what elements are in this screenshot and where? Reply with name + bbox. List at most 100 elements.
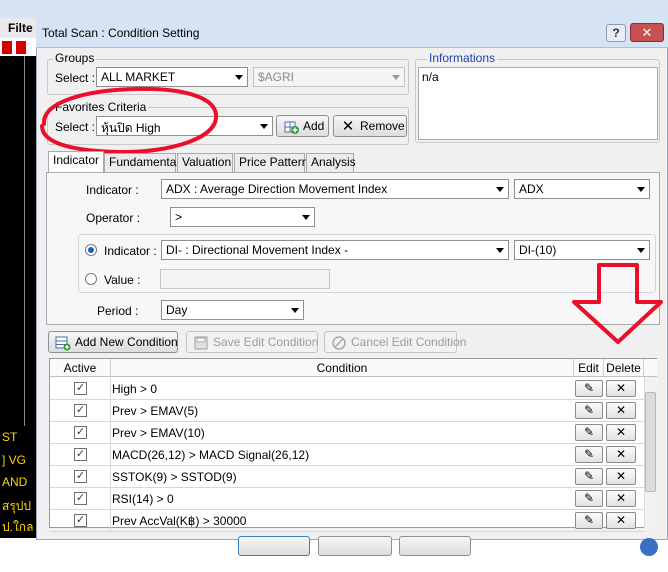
add-new-condition-button[interactable]: Add New Condition (48, 331, 178, 353)
edit-condition-button[interactable]: ✎ (575, 512, 603, 529)
cancel-edit-condition-button[interactable]: Cancel Edit Condition (324, 331, 466, 353)
background-filter-tab[interactable]: Filte (0, 18, 36, 38)
table-row[interactable]: ✓ Prev > EMAV(5) ✎ ✕ (50, 400, 644, 422)
delete-condition-button[interactable]: ✕ (606, 402, 636, 419)
table-row[interactable]: ✓ MACD(26,12) > MACD Signal(26,12) ✎ ✕ (50, 444, 644, 466)
edit-condition-button[interactable]: ✎ (575, 446, 603, 463)
help-button[interactable]: ? (606, 24, 626, 42)
ok-button[interactable] (238, 536, 310, 556)
informations-textbox[interactable]: n/a (418, 67, 658, 140)
column-header-edit[interactable]: Edit (574, 359, 604, 377)
annotation-ellipse (40, 86, 219, 155)
cell-divider (110, 378, 111, 399)
annotation-arrow (572, 263, 663, 344)
chevron-down-icon (235, 75, 243, 80)
indicator-combo[interactable]: ADX : Average Direction Movement Index (161, 179, 509, 199)
grid-add-icon (55, 336, 71, 351)
delete-condition-button[interactable]: ✕ (606, 512, 636, 529)
clear-button[interactable] (318, 536, 392, 556)
edit-condition-button[interactable]: ✎ (575, 380, 603, 397)
save-edit-condition-label: Save Edit Condition (213, 335, 319, 349)
compare-indicator-param-combo[interactable]: DI-(10) (514, 240, 650, 260)
tab-valuation[interactable]: Valuation (177, 153, 233, 172)
scrollbar-thumb[interactable] (645, 392, 656, 492)
chevron-down-icon (392, 75, 400, 80)
compare-indicator-radio[interactable] (85, 244, 97, 256)
value-label: Value : (104, 273, 141, 287)
operator-combo[interactable]: > (170, 207, 315, 227)
cancel-icon (332, 336, 346, 350)
delete-condition-button[interactable]: ✕ (606, 468, 636, 485)
edit-condition-button[interactable]: ✎ (575, 424, 603, 441)
cancel-button[interactable] (399, 536, 471, 556)
tab-fundamental[interactable]: Fundamental (104, 153, 179, 172)
table-row[interactable]: ✓ SSTOK(9) > SSTOD(9) ✎ ✕ (50, 466, 644, 488)
close-button[interactable]: ✕ (630, 23, 664, 42)
condition-text: RSI(14) > 0 (112, 492, 174, 506)
close-icon: ✕ (615, 381, 627, 395)
background-text-line: ] VG (2, 453, 27, 467)
sector-group-value: $AGRI (258, 70, 295, 84)
active-checkbox[interactable]: ✓ (74, 470, 87, 483)
active-checkbox[interactable]: ✓ (74, 492, 87, 505)
delete-condition-button[interactable]: ✕ (606, 446, 636, 463)
table-row[interactable]: ✓ High > 0 ✎ ✕ (50, 378, 644, 400)
background-flag-icon (16, 41, 26, 54)
pencil-icon: ✎ (583, 469, 595, 483)
background-text-line: AND (2, 475, 28, 489)
remove-favorite-button[interactable]: ✕ Remove (333, 115, 407, 137)
condition-text: Prev > EMAV(10) (112, 426, 205, 440)
chevron-down-icon (496, 248, 504, 253)
cell-divider (110, 444, 111, 465)
active-checkbox[interactable]: ✓ (74, 448, 87, 461)
background-title-bar (0, 0, 668, 18)
close-icon: ✕ (341, 117, 355, 135)
column-header-active[interactable]: Active (50, 359, 111, 377)
value-radio[interactable] (85, 273, 97, 285)
close-icon: ✕ (615, 469, 627, 483)
background-flag-icon (2, 41, 12, 54)
dialog-title: Total Scan : Condition Setting (42, 26, 200, 40)
tab-indicator[interactable]: Indicator (48, 151, 104, 173)
delete-condition-button[interactable]: ✕ (606, 424, 636, 441)
column-header-condition[interactable]: Condition (111, 359, 574, 377)
add-favorite-label: Add (303, 119, 325, 133)
chevron-down-icon (637, 187, 645, 192)
pencil-icon: ✎ (583, 403, 595, 417)
tab-analysis[interactable]: Analysis (306, 153, 356, 172)
table-row[interactable]: ✓ Prev AccVal(K฿) > 30000 ✎ ✕ (50, 510, 644, 532)
tab-price-pattern[interactable]: Price Pattern (234, 153, 308, 172)
active-checkbox[interactable]: ✓ (74, 382, 87, 395)
chevron-down-icon (637, 248, 645, 253)
condition-text: MACD(26,12) > MACD Signal(26,12) (112, 448, 310, 462)
active-checkbox[interactable]: ✓ (74, 404, 87, 417)
indicator-param-combo[interactable]: ADX (514, 179, 650, 199)
add-new-condition-label: Add New Condition (75, 335, 178, 349)
delete-condition-button[interactable]: ✕ (606, 380, 636, 397)
active-checkbox[interactable]: ✓ (74, 426, 87, 439)
edit-condition-button[interactable]: ✎ (575, 490, 603, 507)
close-icon: ✕ (615, 447, 627, 461)
edit-condition-button[interactable]: ✎ (575, 402, 603, 419)
save-edit-condition-button[interactable]: Save Edit Condition (186, 331, 318, 353)
informations-legend: Informations (427, 51, 498, 65)
cell-divider (110, 488, 111, 509)
sector-group-combo[interactable]: $AGRI (253, 67, 405, 87)
chevron-down-icon (302, 215, 310, 220)
column-header-delete[interactable]: Delete (604, 359, 644, 377)
delete-condition-button[interactable]: ✕ (606, 490, 636, 507)
cell-divider (110, 466, 111, 487)
compare-indicator-combo[interactable]: DI- : Directional Movement Index - (161, 240, 509, 260)
table-row[interactable]: ✓ RSI(14) > 0 ✎ ✕ (50, 488, 644, 510)
table-row[interactable]: ✓ Prev > EMAV(10) ✎ ✕ (50, 422, 644, 444)
indicator-label: Indicator : (86, 183, 139, 197)
active-checkbox[interactable]: ✓ (74, 514, 87, 527)
edit-condition-button[interactable]: ✎ (575, 468, 603, 485)
period-combo[interactable]: Day (161, 300, 304, 320)
pencil-icon: ✎ (583, 491, 595, 505)
value-input[interactable] (160, 269, 330, 289)
grid-add-icon (284, 121, 299, 134)
add-favorite-button[interactable]: Add (276, 115, 329, 137)
help-circle-icon[interactable] (640, 538, 658, 556)
chevron-down-icon (260, 124, 268, 129)
